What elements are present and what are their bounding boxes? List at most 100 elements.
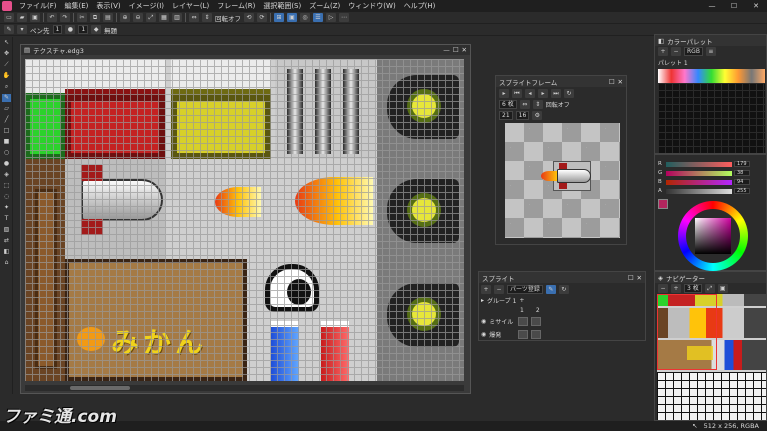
palette-color-row[interactable] bbox=[658, 69, 765, 83]
gradient-tool-icon[interactable]: ▧ bbox=[2, 226, 11, 234]
nav-viewport-box[interactable] bbox=[657, 294, 717, 370]
menu-frame[interactable]: フレーム(R) bbox=[213, 0, 259, 12]
palette-add-icon[interactable]: + bbox=[658, 47, 668, 56]
window-maximize-icon[interactable]: ☐ bbox=[453, 46, 459, 54]
palette-name[interactable]: パレット 1 bbox=[658, 58, 688, 67]
sprite-mode-select[interactable]: パーツ登録 bbox=[507, 284, 543, 294]
close-icon[interactable]: ✕ bbox=[745, 0, 767, 12]
navigator-titlebar[interactable]: ◈ ナビゲーター bbox=[655, 272, 766, 283]
move-tool-icon[interactable]: ✥ bbox=[2, 50, 11, 58]
magic-wand-tool-icon[interactable]: ✦ bbox=[2, 204, 11, 212]
palette-menu-icon[interactable]: ≡ bbox=[705, 47, 716, 56]
group-label[interactable]: グループ 1 bbox=[487, 296, 516, 305]
next-frame-icon[interactable]: ▸ bbox=[538, 89, 548, 98]
rotate-right-icon[interactable]: ⟳ bbox=[257, 13, 267, 22]
sprite-titlebar[interactable]: スプライト ☐ ✕ bbox=[479, 272, 645, 283]
color-wheel[interactable] bbox=[678, 201, 748, 271]
undo-icon[interactable]: ↶ bbox=[47, 13, 57, 22]
rotate-left-icon[interactable]: ⟲ bbox=[244, 13, 254, 22]
maximize-icon[interactable]: ☐ bbox=[723, 0, 745, 12]
refresh-icon[interactable]: ↻ bbox=[558, 284, 569, 294]
color-swatch-icon[interactable]: ◧ bbox=[2, 248, 11, 256]
delete-sprite-icon[interactable]: − bbox=[494, 284, 504, 294]
alpha-slider[interactable] bbox=[666, 188, 732, 194]
scrollbar-thumb[interactable] bbox=[70, 386, 130, 390]
pointer-tool-icon[interactable]: ↖ bbox=[2, 39, 11, 47]
fill-tool-icon[interactable]: ◈ bbox=[2, 171, 11, 179]
zoom-tool-icon[interactable]: ⌕ bbox=[2, 83, 11, 91]
sprite-cell[interactable] bbox=[518, 329, 529, 339]
color-palette-titlebar[interactable]: ◧ カラーパレット bbox=[655, 35, 766, 46]
brush-dot-icon[interactable]: ● bbox=[65, 25, 76, 34]
green-slider[interactable] bbox=[666, 170, 732, 176]
tile-view-icon[interactable]: ⊞ bbox=[274, 13, 284, 22]
edit-mode-icon[interactable]: ✎ bbox=[545, 284, 556, 294]
nav-zoom-in-icon[interactable]: + bbox=[671, 284, 681, 293]
sprite-frame-titlebar[interactable]: スプライトフレーム ☐ ✕ bbox=[496, 76, 626, 87]
grid-icon[interactable]: ▦ bbox=[159, 13, 169, 22]
zoom-in-icon[interactable]: ⊕ bbox=[120, 13, 130, 22]
onion-skin-icon[interactable]: ◎ bbox=[300, 13, 310, 22]
sprite-frame-preview[interactable] bbox=[505, 123, 620, 238]
fill-icon[interactable]: ◆ bbox=[91, 25, 102, 34]
zoom-fit-icon[interactable]: ⤢ bbox=[146, 13, 156, 22]
pen-tool-icon[interactable]: ✎ bbox=[4, 25, 14, 34]
rotate-label[interactable]: 回転オフ bbox=[215, 13, 241, 23]
paste-icon[interactable]: ▤ bbox=[103, 13, 113, 22]
filled-rectangle-tool-icon[interactable]: ■ bbox=[2, 138, 11, 146]
add-sprite-icon[interactable]: + bbox=[481, 284, 491, 294]
settings-icon[interactable]: ⚙ bbox=[532, 111, 543, 120]
nav-fit-icon[interactable]: ⤢ bbox=[704, 284, 715, 293]
blue-value-field[interactable]: 94 bbox=[734, 179, 750, 185]
loop-icon[interactable]: ↻ bbox=[564, 89, 574, 98]
sprite-row-explosion[interactable]: 爆発 bbox=[489, 330, 515, 339]
flip-horizontal-icon[interactable]: ⇔ bbox=[189, 13, 199, 22]
opacity-field[interactable]: 1 bbox=[78, 25, 89, 34]
green-value-field[interactable]: 38 bbox=[734, 170, 750, 176]
menu-window[interactable]: ウィンドウ(W) bbox=[344, 0, 399, 12]
hand-tool-icon[interactable]: ✋ bbox=[2, 72, 11, 80]
menu-image[interactable]: イメージ(I) bbox=[125, 0, 168, 12]
navigator-preview[interactable] bbox=[657, 294, 766, 420]
text-tool-icon[interactable]: T bbox=[2, 215, 11, 223]
sprite-cell[interactable] bbox=[518, 316, 529, 326]
flip-vertical-icon[interactable]: ⇕ bbox=[202, 13, 212, 22]
current-color-swatch[interactable] bbox=[658, 199, 668, 209]
lasso-tool-icon[interactable]: ◌ bbox=[2, 193, 11, 201]
nav-frame-field[interactable]: 3 枚 bbox=[684, 284, 702, 293]
redo-icon[interactable]: ↷ bbox=[60, 13, 70, 22]
pixel-art-canvas[interactable]: みかん bbox=[25, 59, 464, 381]
panel-maximize-icon[interactable]: ☐ bbox=[609, 78, 615, 86]
menu-selection[interactable]: 選択範囲(S) bbox=[259, 0, 305, 12]
grid-settings-icon[interactable]: ▥ bbox=[172, 13, 182, 22]
panel-close-icon[interactable]: ✕ bbox=[637, 274, 642, 282]
stamp-tool-icon[interactable]: ⌂ bbox=[2, 259, 11, 267]
prev-frame-icon[interactable]: ◂ bbox=[525, 89, 535, 98]
save-icon[interactable]: ▣ bbox=[30, 13, 40, 22]
cut-icon[interactable]: ✂ bbox=[77, 13, 87, 22]
animation-icon[interactable]: ⋯ bbox=[339, 13, 349, 22]
menu-file[interactable]: ファイル(F) bbox=[15, 0, 61, 12]
frame-number-field[interactable]: 21 bbox=[499, 111, 513, 120]
sprite-cell[interactable] bbox=[531, 316, 542, 326]
open-folder-icon[interactable]: ▰ bbox=[17, 13, 27, 22]
pen-size-field[interactable]: 1 bbox=[52, 25, 63, 34]
canvas-window-titlebar[interactable]: ▤ テクスチャ.edg3 — ☐ ✕ bbox=[21, 45, 470, 55]
dropdown-chevron-icon[interactable]: ▾ bbox=[17, 25, 27, 34]
ellipse-tool-icon[interactable]: ○ bbox=[2, 149, 11, 157]
rectangle-tool-icon[interactable]: □ bbox=[2, 127, 11, 135]
zoom-out-icon[interactable]: ⊖ bbox=[133, 13, 143, 22]
menu-layer[interactable]: レイヤー(L) bbox=[168, 0, 213, 12]
frame-count-field[interactable]: 6 枚 bbox=[499, 100, 517, 109]
copy-icon[interactable]: ⧉ bbox=[90, 13, 100, 22]
canvas-horizontal-scrollbar[interactable] bbox=[25, 385, 464, 391]
menu-view[interactable]: 表示(V) bbox=[92, 0, 124, 12]
flip-h-icon[interactable]: ⇔ bbox=[519, 100, 530, 109]
saturation-value-square[interactable] bbox=[695, 218, 731, 254]
menu-edit[interactable]: 編集(E) bbox=[61, 0, 93, 12]
rotate-label[interactable]: 回転オフ bbox=[546, 100, 570, 109]
palette-swatch-grid[interactable] bbox=[658, 69, 765, 153]
flip-v-icon[interactable]: ⇕ bbox=[532, 100, 543, 109]
window-close-icon[interactable]: ✕ bbox=[462, 46, 467, 54]
menu-help[interactable]: ヘルプ(H) bbox=[400, 0, 440, 12]
